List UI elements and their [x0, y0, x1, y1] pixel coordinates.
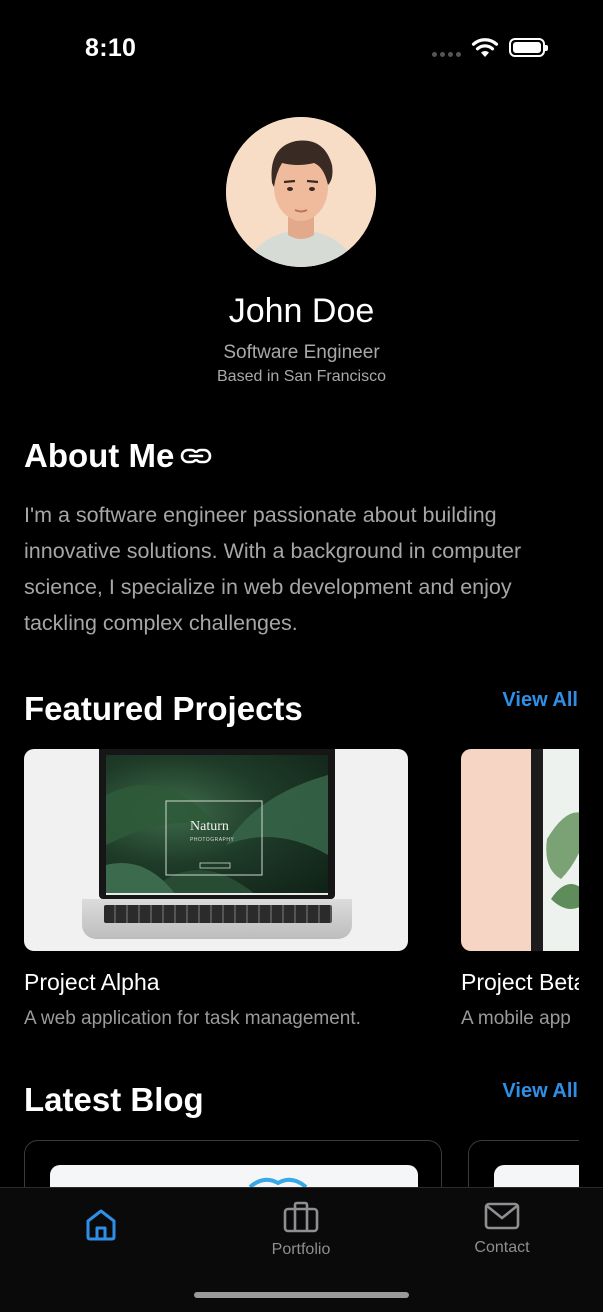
blog-image: [494, 1165, 579, 1187]
blog-title: Latest Blog: [24, 1081, 204, 1118]
tab-portfolio[interactable]: Portfolio: [231, 1200, 371, 1259]
blog-card[interactable]: [468, 1140, 579, 1187]
profile-name: John Doe: [228, 292, 375, 330]
project-image: [461, 749, 579, 951]
home-icon: [86, 1209, 116, 1241]
profile-location: Based in San Francisco: [217, 368, 386, 385]
link-icon[interactable]: [180, 446, 212, 466]
project-description: A mobile app: [461, 1008, 571, 1029]
tab-contact-label: Contact: [474, 1239, 530, 1256]
project-image: Naturn PHOTOGRAPHY: [24, 749, 408, 951]
project-description: A web application for task management.: [24, 1008, 361, 1029]
status-bar: 8:10: [0, 0, 603, 96]
wifi-icon: [471, 38, 499, 57]
tab-portfolio-label: Portfolio: [271, 1241, 331, 1258]
project-card[interactable]: Project Beta A mobile app: [461, 749, 579, 1030]
project-title: Project Beta: [461, 969, 579, 995]
envelope-icon: [484, 1202, 520, 1230]
about-heading: About Me: [24, 437, 212, 475]
blog-card[interactable]: [24, 1140, 442, 1187]
project-title: Project Alpha: [24, 969, 160, 995]
tab-home[interactable]: [31, 1200, 171, 1249]
blog-image: [50, 1165, 418, 1187]
projects-carousel[interactable]: Naturn PHOTOGRAPHY Project Alpha A web a…: [24, 749, 579, 1039]
tab-contact[interactable]: Contact: [432, 1200, 572, 1257]
about-text: I'm a software engineer passionate about…: [24, 503, 522, 635]
project-image-title: Naturn: [190, 819, 229, 834]
battery-icon: [509, 38, 548, 57]
projects-title: Featured Projects: [24, 690, 303, 727]
signal-icon: [432, 52, 461, 57]
projects-view-all-link[interactable]: View All: [502, 689, 578, 712]
project-image-subtitle: PHOTOGRAPHY: [190, 837, 235, 843]
blog-view-all-link[interactable]: View All: [502, 1080, 578, 1103]
status-time: 8:10: [85, 34, 137, 62]
briefcase-icon: [283, 1201, 319, 1233]
project-card[interactable]: Naturn PHOTOGRAPHY Project Alpha A web a…: [24, 749, 408, 1030]
blog-carousel[interactable]: [24, 1140, 579, 1187]
home-indicator: [194, 1292, 409, 1298]
about-title: About Me: [24, 437, 175, 474]
avatar: [226, 117, 376, 267]
profile-role: Software Engineer: [223, 342, 380, 363]
